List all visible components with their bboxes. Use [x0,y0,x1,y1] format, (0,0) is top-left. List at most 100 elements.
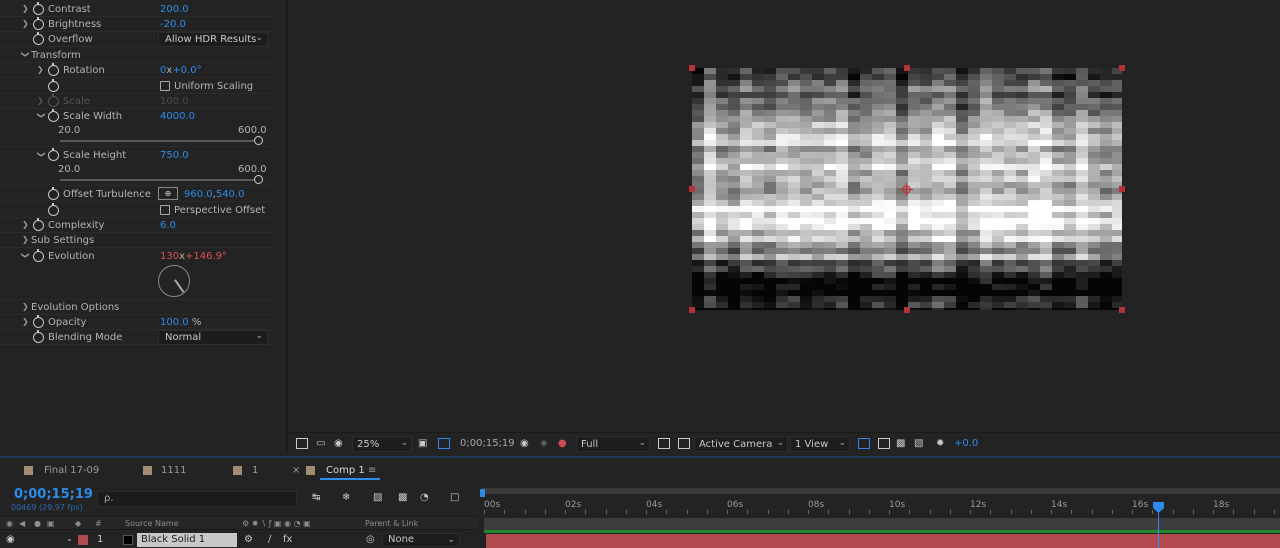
crosshair-icon[interactable]: ⊕ [158,187,178,200]
zoom-dropdown[interactable]: 25% ⌄ [352,436,412,452]
pickwhip-icon[interactable]: ◎ [366,534,375,545]
shy-layers-icon[interactable]: ▧ [373,491,382,505]
stopwatch-icon[interactable] [33,2,44,15]
blending-mode-dropdown[interactable]: Normal ⌄ [158,330,268,345]
chevron-right-icon[interactable]: ❯ [22,316,30,328]
source-name-column[interactable]: Source Name [125,519,179,528]
scale-width-slider-knob[interactable] [253,136,263,145]
scale-height-slider-track[interactable] [60,179,258,181]
audio-icon[interactable]: ◀ [19,519,25,528]
resolution-dropdown[interactable]: Full ⌄ [576,436,650,452]
eye-icon[interactable]: ◉ [6,519,13,528]
solo-icon[interactable]: ● [34,519,41,528]
uniform-scaling-checkbox[interactable] [160,81,170,91]
offset-x-value[interactable]: 960.0 [184,189,213,200]
offset-y-value[interactable]: 540.0 [216,189,245,200]
chevron-down-icon[interactable]: ⌄ [66,534,73,543]
evolution-degrees[interactable]: +146.9 [185,251,222,262]
chevron-right-icon[interactable]: ❯ [22,234,30,246]
chevron-down-icon[interactable]: ❯ [35,112,47,120]
color-channels-icon[interactable]: ● [558,437,567,451]
chevron-right-icon[interactable]: ❯ [37,64,45,76]
layer-color-label[interactable] [78,535,88,545]
view-layout-dropdown[interactable]: 1 View ⌄ [790,436,850,452]
region-of-interest-icon[interactable] [438,438,450,449]
exposure-icon[interactable]: ✹ [936,437,944,451]
tab-1111[interactable]: 1111 [161,464,186,478]
anchor-point-icon[interactable] [900,183,913,196]
timeline-icon[interactable]: ▩ [896,437,905,451]
comp-mini-flowchart-icon[interactable]: ↹ [312,491,320,505]
fast-draft-icon[interactable] [878,438,890,449]
lock-icon[interactable]: ▣ [47,519,55,528]
transform-handle[interactable] [1119,186,1125,192]
current-time-display[interactable]: 0;00;15;19 [460,437,515,451]
stopwatch-icon[interactable] [48,63,59,76]
label-tag-icon[interactable]: ◆ [75,519,81,528]
scale-height-slider-knob[interactable] [253,175,263,184]
scale-width-value[interactable]: 4000.0 [160,111,195,122]
chevron-right-icon[interactable]: ❯ [22,219,30,231]
work-area-bar[interactable] [482,488,1280,494]
shy-switch-icon[interactable]: ⚙ [244,534,253,545]
stopwatch-icon[interactable] [48,109,59,122]
stopwatch-icon[interactable] [48,187,59,200]
effects-switch[interactable]: fx [283,534,292,545]
toggle-pixel-aspect-icon[interactable] [858,438,870,449]
offset-turbulence-value[interactable]: 960.0,540.0 [184,189,244,200]
chevron-down-icon[interactable]: ❯ [19,51,31,59]
rotation-value[interactable]: 0x+0.0° [160,65,202,76]
camera-snapshot-icon[interactable]: ◉ [520,437,529,451]
fit-frame-icon[interactable]: ▣ [418,437,427,451]
tab-final-17-09[interactable]: Final 17-09 [44,464,99,478]
rotation-degrees[interactable]: +0.0 [172,65,196,76]
transform-handle[interactable] [689,307,695,313]
work-area-start-handle[interactable] [480,489,485,497]
show-snapshot-icon[interactable]: ◈ [540,437,548,451]
stopwatch-icon[interactable] [48,148,59,161]
flowchart-icon[interactable]: ▧ [914,437,923,451]
layer-duration-bar[interactable] [486,534,1280,548]
graph-editor-icon[interactable]: □ [450,491,459,505]
quality-switch-icon[interactable]: ∕ [268,534,271,545]
camera-dropdown[interactable]: Active Camera ⌄ [694,436,788,452]
composition-viewer[interactable] [290,0,1280,432]
stopwatch-icon[interactable] [33,17,44,30]
overflow-dropdown[interactable]: Allow HDR Results ⌄ [158,32,268,47]
composition-work-area[interactable] [484,518,1280,530]
visibility-eye-icon[interactable]: ◉ [6,534,15,545]
draft-3d-icon[interactable]: ❄ [342,491,350,505]
evolution-options-row[interactable]: ❯ Evolution Options [0,300,272,315]
complexity-value[interactable]: 6.0 [160,220,176,231]
chevron-down-icon[interactable]: ❯ [35,151,47,159]
parent-dropdown[interactable]: None ⌄ [382,533,460,547]
motion-blur-icon[interactable]: ◔ [420,491,429,505]
evolution-angle-dial[interactable] [158,265,190,297]
transform-row[interactable]: ❯ Transform [0,48,272,63]
stopwatch-icon[interactable] [33,330,44,343]
chevron-down-icon[interactable]: ❯ [19,252,31,260]
contrast-value[interactable]: 200.0 [160,4,189,15]
frame-blending-icon[interactable]: ▩ [398,491,407,505]
monitor-icon[interactable]: ▭ [316,437,325,451]
opacity-number[interactable]: 100.0 [160,317,189,328]
transform-handle[interactable] [904,65,910,71]
panel-menu-icon[interactable]: ≡ [368,464,376,478]
stopwatch-icon[interactable] [33,315,44,328]
transform-handle[interactable] [689,186,695,192]
sub-settings-row[interactable]: ❯ Sub Settings [0,233,272,248]
layer-row[interactable]: ◉ ⌄ 1 Black Solid 1 ⚙ ∕ fx ◎ None ⌄ [0,532,478,548]
layer-name[interactable]: Black Solid 1 [137,533,237,547]
transparency-grid-icon[interactable] [678,438,690,449]
evolution-revolutions[interactable]: 130 [160,251,179,262]
stopwatch-icon[interactable] [33,218,44,231]
stopwatch-icon[interactable] [33,249,44,262]
chevron-right-icon[interactable]: ❯ [22,3,30,15]
vr-goggles-icon[interactable]: ◉ [334,437,343,451]
always-preview-icon[interactable] [296,438,308,449]
layer-search-input[interactable]: ρ. [97,491,297,507]
exposure-value[interactable]: +0.0 [954,437,978,451]
playhead-handle[interactable] [1153,502,1165,513]
tab-comp-1[interactable]: Comp 1 [326,464,365,478]
stopwatch-icon[interactable] [33,32,44,45]
